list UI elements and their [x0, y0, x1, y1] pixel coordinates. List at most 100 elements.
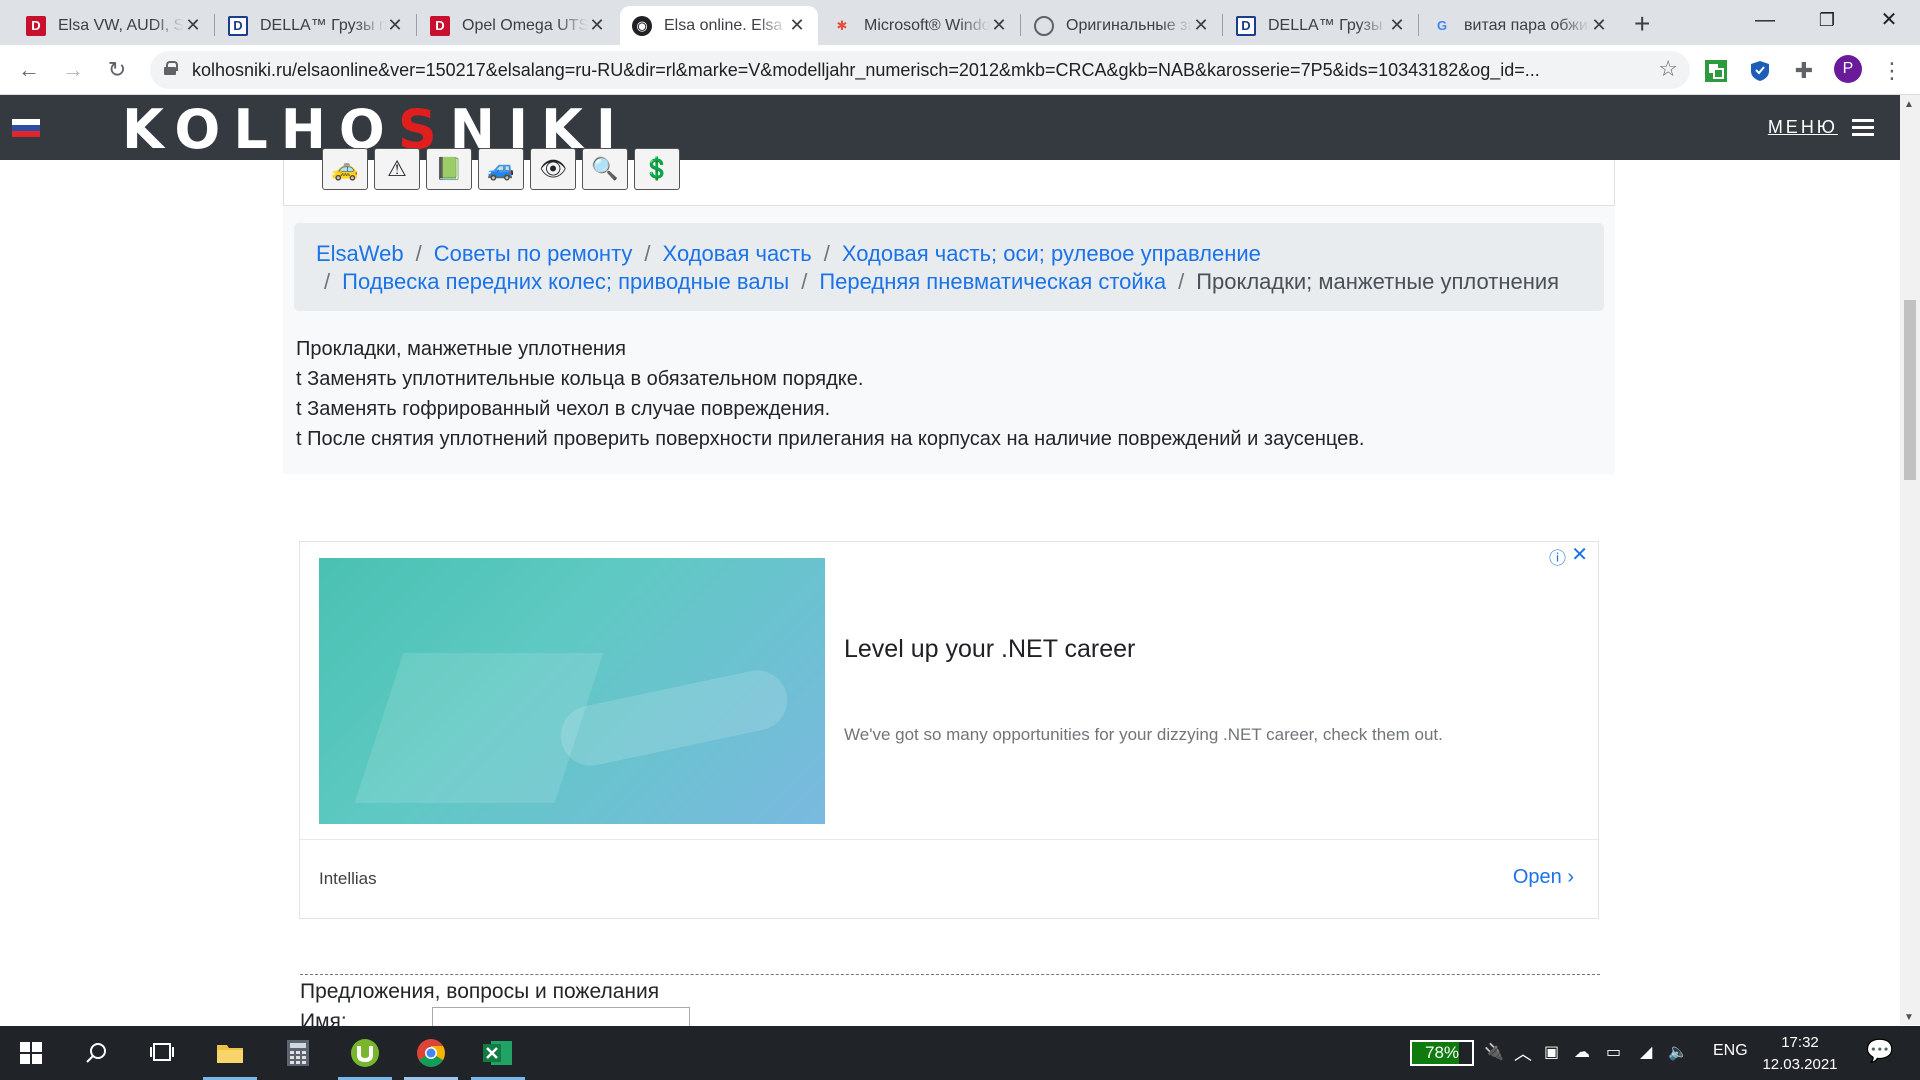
close-icon[interactable]: ✕	[1388, 15, 1406, 36]
della-red-icon: D	[430, 15, 450, 36]
della-blue-icon: D	[228, 15, 248, 36]
tab-4[interactable]: ✱ Microsoft® Windows ✕	[820, 6, 1020, 45]
excel-icon[interactable]	[479, 1034, 517, 1072]
address-bar[interactable]: kolhosniki.ru/elsaonline&ver=150217&elsa…	[150, 51, 1690, 89]
wifi-icon[interactable]: ◢	[1640, 1042, 1652, 1062]
ad-open-button[interactable]: Open ›	[1513, 866, 1574, 889]
warning-icon[interactable]: ⚠	[374, 148, 420, 190]
tab-6[interactable]: D DELLA™ Грузы по ✕	[1224, 6, 1418, 45]
tab-title: Elsa online. Elsa	[664, 16, 783, 34]
name-input[interactable]	[432, 1007, 690, 1027]
close-icon[interactable]: ✕	[588, 15, 606, 36]
file-explorer-icon[interactable]	[211, 1034, 249, 1072]
info-icon[interactable]: ⓘ	[1549, 544, 1566, 569]
page-scrollbar[interactable]: ▲ ▼	[1900, 95, 1920, 1025]
ad-title[interactable]: Level up your .NET career	[844, 635, 1135, 664]
menu-button[interactable]: МЕНЮ	[1768, 115, 1874, 140]
windows-taskbar: 78% 🔌 ︿ ▣ ☁ ▭ ◢ 🔈 ENG 17:32 12.03.2021 💬	[0, 1026, 1920, 1080]
diagnostic-icon[interactable]: 👁	[530, 148, 576, 190]
book-icon[interactable]: 📗	[426, 148, 472, 190]
money-icon[interactable]: 💲	[634, 148, 680, 190]
windows-start-icon[interactable]	[12, 1034, 50, 1072]
breadcrumb-link[interactable]: Подвеска передних колес; приводные валы	[342, 269, 789, 294]
puzzle-extensions-icon[interactable]: ✚	[1792, 58, 1816, 83]
chevron-up-icon[interactable]: ︿	[1514, 1040, 1532, 1066]
ad-advertiser: Intellias	[319, 869, 377, 888]
close-icon[interactable]: ✕	[1192, 15, 1210, 36]
close-icon[interactable]: ✕	[788, 15, 806, 36]
breadcrumb-link[interactable]: Советы по ремонту	[434, 241, 633, 266]
minimize-button[interactable]: —	[1734, 0, 1796, 40]
notification-center-icon[interactable]: 💬	[1866, 1038, 1893, 1064]
russian-flag-icon[interactable]	[12, 119, 40, 137]
bookmark-star-icon[interactable]: ☆	[1658, 56, 1678, 82]
breadcrumb-separator: /	[823, 241, 830, 266]
breadcrumb-separator: /	[415, 241, 422, 266]
car-repair-icon[interactable]: 🚙	[478, 148, 524, 190]
google-icon: G	[1436, 18, 1448, 33]
breadcrumb-line-1: ElsaWeb / Советы по ремонту / Ходовая часть /…	[316, 240, 1582, 268]
restore-button[interactable]: ❐	[1796, 0, 1858, 40]
close-icon[interactable]: ✕	[1590, 15, 1608, 36]
search-icon[interactable]	[78, 1034, 116, 1072]
bullet-marker: t	[296, 428, 302, 450]
tab-title: Opel Omega UTS	[462, 16, 588, 34]
breadcrumb-link[interactable]: ElsaWeb	[316, 241, 404, 266]
tab-5[interactable]: Оригинальные запчасти ✕	[1022, 6, 1222, 45]
profile-avatar[interactable]: P	[1834, 55, 1862, 83]
forward-arrow-icon[interactable]: →	[58, 55, 88, 85]
extension-green-icon[interactable]	[1704, 59, 1728, 83]
article-title: Прокладки, манжетные уплотнения	[296, 338, 626, 360]
breadcrumb-link[interactable]: Ходовая часть	[663, 241, 812, 266]
battery-tray-icon[interactable]: ▭	[1606, 1042, 1621, 1062]
task-view-icon[interactable]	[143, 1034, 181, 1072]
language-indicator[interactable]: ENG	[1713, 1042, 1748, 1060]
tab-2[interactable]: D Opel Omega UTS ✕	[418, 6, 618, 45]
chrome-icon[interactable]	[412, 1034, 450, 1072]
onedrive-cloud-icon[interactable]: ☁	[1574, 1042, 1590, 1062]
advertisement[interactable]: Level up your .NET career We've got so m…	[299, 541, 1599, 919]
volume-icon[interactable]: 🔈	[1668, 1042, 1688, 1062]
meet-now-icon[interactable]: ▣	[1544, 1042, 1559, 1062]
close-icon[interactable]: ✕	[184, 15, 202, 36]
close-window-button[interactable]: ✕	[1858, 0, 1920, 40]
tab-0[interactable]: D Elsa VW, AUDI, SKODA ✕	[14, 6, 214, 45]
article-line-text: После снятия уплотнений проверить поверх…	[307, 428, 1365, 450]
tab-separator	[1020, 14, 1021, 36]
scrollbar-thumb[interactable]	[1904, 300, 1916, 480]
system-clock[interactable]: 17:32 12.03.2021	[1756, 1032, 1844, 1076]
tab-1[interactable]: D DELLA™ Грузы по Украине ✕	[216, 6, 416, 45]
close-icon[interactable]: ✕	[386, 15, 404, 36]
ad-divider	[300, 839, 1598, 840]
tab-separator	[416, 14, 417, 36]
new-tab-button[interactable]: +	[1634, 8, 1650, 40]
car-icon[interactable]: 🚕	[322, 148, 368, 190]
tab-7[interactable]: G витая пара обжим ✕	[1420, 6, 1620, 45]
utorrent-icon[interactable]	[346, 1034, 384, 1072]
close-icon[interactable]: ✕	[990, 15, 1008, 36]
calculator-icon[interactable]	[279, 1034, 317, 1072]
elsa-icon: ◉	[632, 15, 652, 36]
tab-separator	[214, 14, 215, 36]
clock-date: 12.03.2021	[1762, 1056, 1838, 1073]
feedback-form-title: Предложения, вопросы и пожелания	[300, 980, 660, 1003]
ad-open-label: Open	[1512, 866, 1562, 888]
reload-icon[interactable]: ↻	[102, 55, 132, 85]
scroll-up-arrow-icon[interactable]: ▲	[1904, 99, 1914, 110]
article-line-text: Заменять уплотнительные кольца в обязате…	[307, 368, 864, 390]
breadcrumb-link[interactable]: Передняя пневматическая стойка	[819, 269, 1166, 294]
search-icon[interactable]: 🔍	[582, 148, 628, 190]
article-line-text: Заменять гофрированный чехол в случае по…	[307, 398, 831, 420]
power-plug-icon[interactable]: 🔌	[1484, 1042, 1504, 1062]
battery-indicator[interactable]: 78%	[1410, 1040, 1474, 1066]
back-arrow-icon[interactable]: ←	[14, 55, 44, 85]
scroll-down-arrow-icon[interactable]: ▼	[1904, 1012, 1914, 1023]
tab-3-active[interactable]: ◉ Elsa online. Elsa ✕	[620, 6, 818, 45]
shield-extension-icon[interactable]	[1748, 59, 1772, 83]
kebab-menu-icon[interactable]: ⋮	[1880, 58, 1904, 83]
breadcrumb-link[interactable]: Ходовая часть; оси; рулевое управление	[842, 241, 1261, 266]
clock-time: 17:32	[1781, 1034, 1819, 1051]
close-icon[interactable]: ✕	[1571, 542, 1588, 567]
ad-image[interactable]	[319, 558, 825, 824]
elsa-icon-toolbar: 🚕 ⚠ 📗 🚙 👁 🔍 💲	[322, 148, 680, 190]
